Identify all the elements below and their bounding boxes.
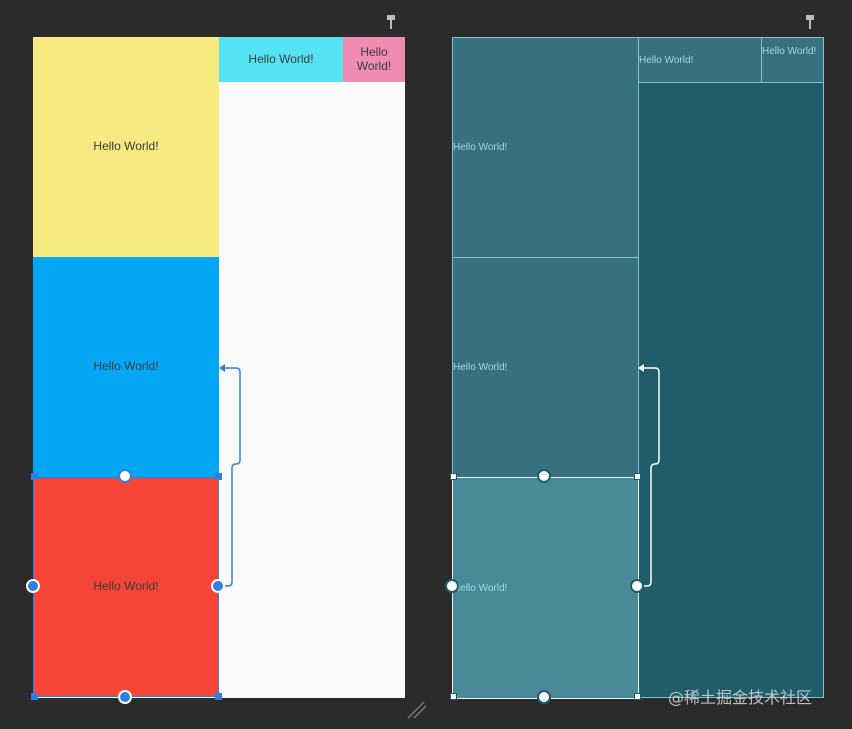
blueprint-textview-5[interactable]: Hello World! [761, 37, 824, 83]
bottom-anchor-handle[interactable] [118, 690, 132, 704]
pink-textview[interactable]: Hello World! [343, 37, 405, 82]
top-anchor-handle[interactable] [118, 469, 132, 483]
blueprint-textview-4[interactable]: Hello World! [638, 37, 762, 83]
top-anchor-handle[interactable] [537, 469, 551, 483]
resize-handle[interactable] [215, 693, 222, 700]
right-anchor-handle[interactable] [630, 579, 644, 593]
watermark: @稀土掘金技术社区 [668, 688, 813, 707]
blueprint-textview-3-selected[interactable]: Hello World! [452, 477, 639, 699]
blueprint-textview-1[interactable]: Hello World! [452, 37, 639, 258]
resize-handle[interactable] [215, 473, 222, 480]
cyan-textview[interactable]: Hello World! [219, 37, 343, 82]
left-anchor-handle[interactable] [445, 579, 459, 593]
blue-textview[interactable]: Hello World! [33, 257, 219, 477]
pin-icon[interactable] [805, 14, 815, 30]
resize-handle[interactable] [450, 693, 457, 700]
bottom-anchor-handle[interactable] [537, 690, 551, 704]
canvas-resize-icon[interactable] [406, 700, 428, 720]
red-textview-selected[interactable]: Hello World! [33, 477, 219, 697]
resize-handle[interactable] [634, 473, 641, 480]
resize-handle[interactable] [450, 473, 457, 480]
blueprint-textview-2[interactable]: Hello World! [452, 257, 639, 478]
blueprint-screen[interactable]: Hello World! Hello World! Hello World! H… [452, 37, 824, 699]
resize-handle[interactable] [31, 473, 38, 480]
left-anchor-handle[interactable] [26, 579, 40, 593]
pin-icon[interactable] [386, 14, 396, 30]
yellow-textview[interactable]: Hello World! [33, 37, 219, 257]
resize-handle[interactable] [634, 693, 641, 700]
resize-handle[interactable] [31, 693, 38, 700]
right-anchor-handle[interactable] [211, 579, 225, 593]
design-screen[interactable]: Hello World! Hello World! Hello World! H… [33, 37, 405, 698]
